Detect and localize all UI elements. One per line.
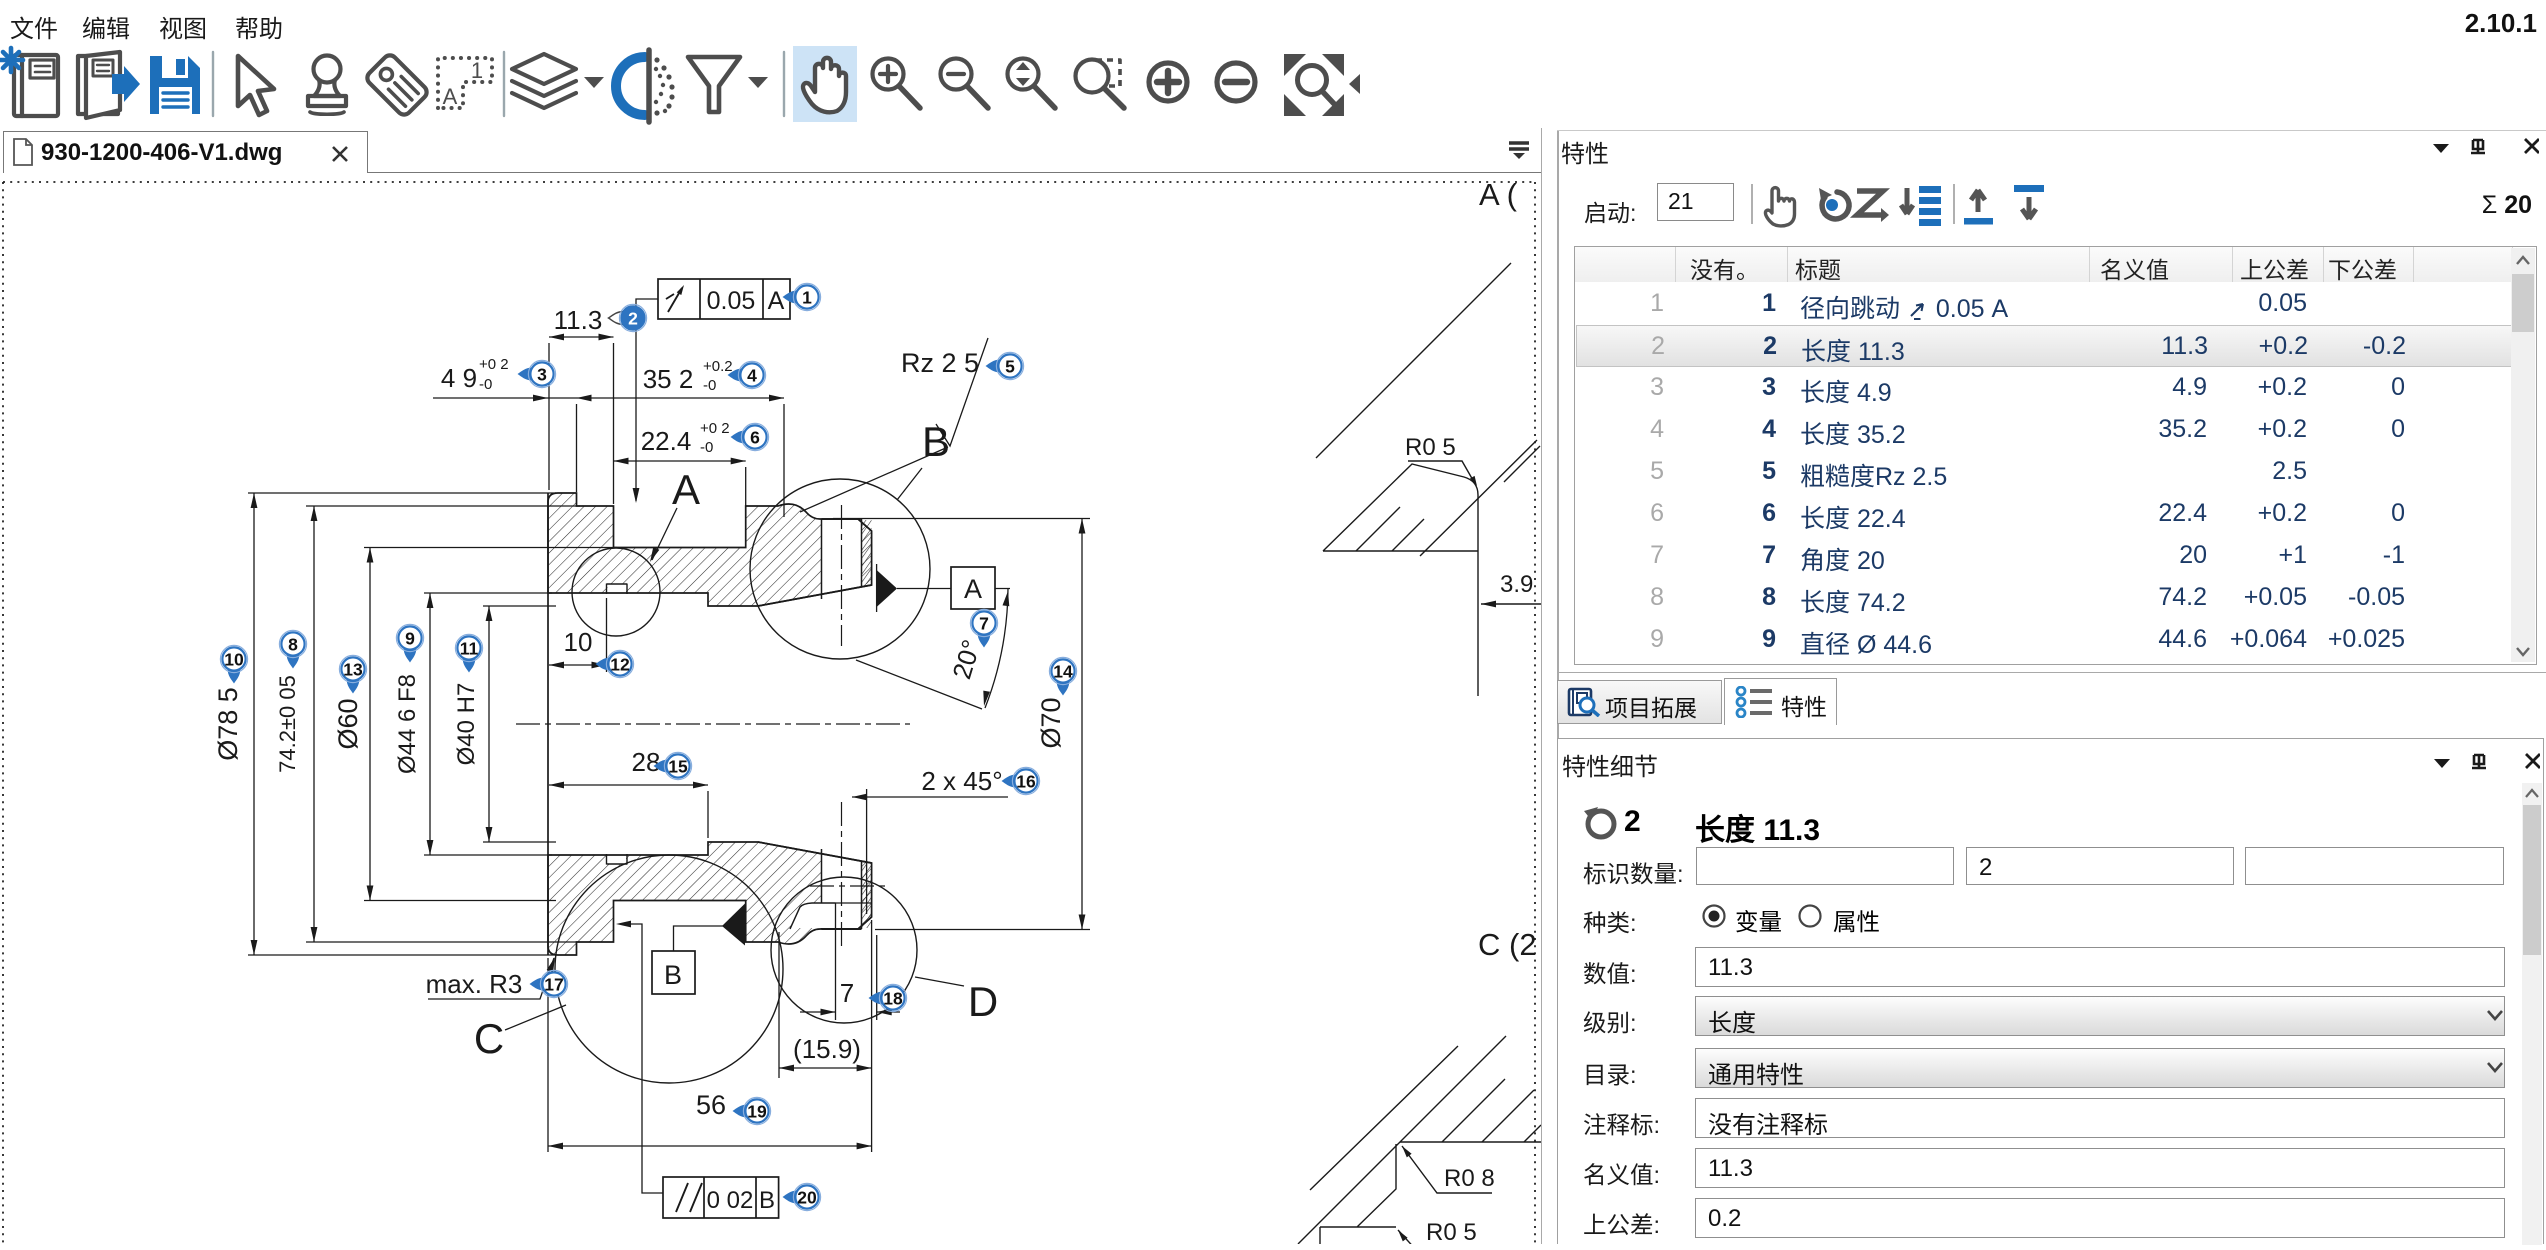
svg-text:6: 6 [750,428,760,448]
svg-text:28: 28 [632,747,661,777]
svg-text:3.9: 3.9 [1500,571,1533,598]
svg-text:20: 20 [797,1188,817,1208]
svg-text:1: 1 [802,288,812,308]
svg-text:10: 10 [224,650,244,670]
svg-text:12: 12 [610,655,630,675]
svg-text:9: 9 [405,629,415,649]
svg-text:1: 1 [471,58,483,83]
svg-text:+0.2: +0.2 [703,358,733,375]
svg-text:Ø40 H7: Ø40 H7 [453,683,480,766]
svg-text:D: D [968,978,998,1025]
svg-text:17: 17 [544,975,563,995]
svg-text:16: 16 [1016,772,1036,792]
svg-text:35 2: 35 2 [643,364,694,394]
svg-text:19: 19 [747,1102,767,1122]
svg-text:3: 3 [537,365,547,385]
svg-text:56: 56 [696,1090,726,1120]
svg-text:Ø60: Ø60 [333,698,363,749]
svg-text:A: A [443,84,458,109]
svg-text:15: 15 [668,757,688,777]
svg-text:A: A [964,574,982,604]
svg-text:-0: -0 [703,377,716,394]
svg-text:2: 2 [628,309,638,329]
svg-text:C: C [474,1015,504,1062]
svg-text:2 x 45°: 2 x 45° [921,766,1002,796]
svg-text:A (: A ( [1479,177,1518,212]
svg-text:A: A [672,466,700,513]
svg-text:22.4: 22.4 [641,426,692,456]
svg-text:+0 2: +0 2 [479,356,509,373]
svg-text:0.05: 0.05 [707,287,756,315]
svg-text:(15.9): (15.9) [793,1034,861,1064]
svg-text:18: 18 [883,989,903,1009]
svg-text:B: B [664,960,682,990]
svg-text:4 9: 4 9 [441,363,477,393]
svg-text:74.2±0 05: 74.2±0 05 [275,675,300,773]
svg-text:Rz 2 5: Rz 2 5 [901,348,979,378]
svg-text:11.3: 11.3 [554,305,603,335]
svg-text:R0 5: R0 5 [1405,434,1456,461]
svg-text:Ø44 6 F8: Ø44 6 F8 [394,674,421,774]
svg-text:Ø78 5: Ø78 5 [213,687,243,761]
svg-text:C (2: C (2 [1478,927,1537,962]
svg-text:Ø70: Ø70 [1036,697,1066,748]
svg-text:11: 11 [460,639,479,659]
svg-text:B: B [759,1187,775,1214]
svg-text:+0 2: +0 2 [700,420,730,437]
svg-text:-0: -0 [700,439,713,456]
svg-text:R0 5: R0 5 [1426,1219,1477,1244]
svg-text:max. R3: max. R3 [426,969,523,999]
svg-text:4: 4 [747,366,757,386]
svg-text:R0 8: R0 8 [1444,1165,1495,1192]
svg-text:8: 8 [288,635,298,655]
svg-text:7: 7 [840,978,854,1008]
svg-text:13: 13 [343,660,363,680]
svg-text:5: 5 [1005,357,1015,377]
svg-text:20°: 20° [946,636,986,682]
svg-text:A: A [768,287,785,315]
svg-text:0 02: 0 02 [707,1187,754,1214]
svg-text:7: 7 [979,614,989,634]
svg-text:-0: -0 [479,376,492,393]
svg-text:B: B [922,418,950,465]
svg-text:14: 14 [1053,662,1073,682]
svg-text:10: 10 [564,627,593,657]
